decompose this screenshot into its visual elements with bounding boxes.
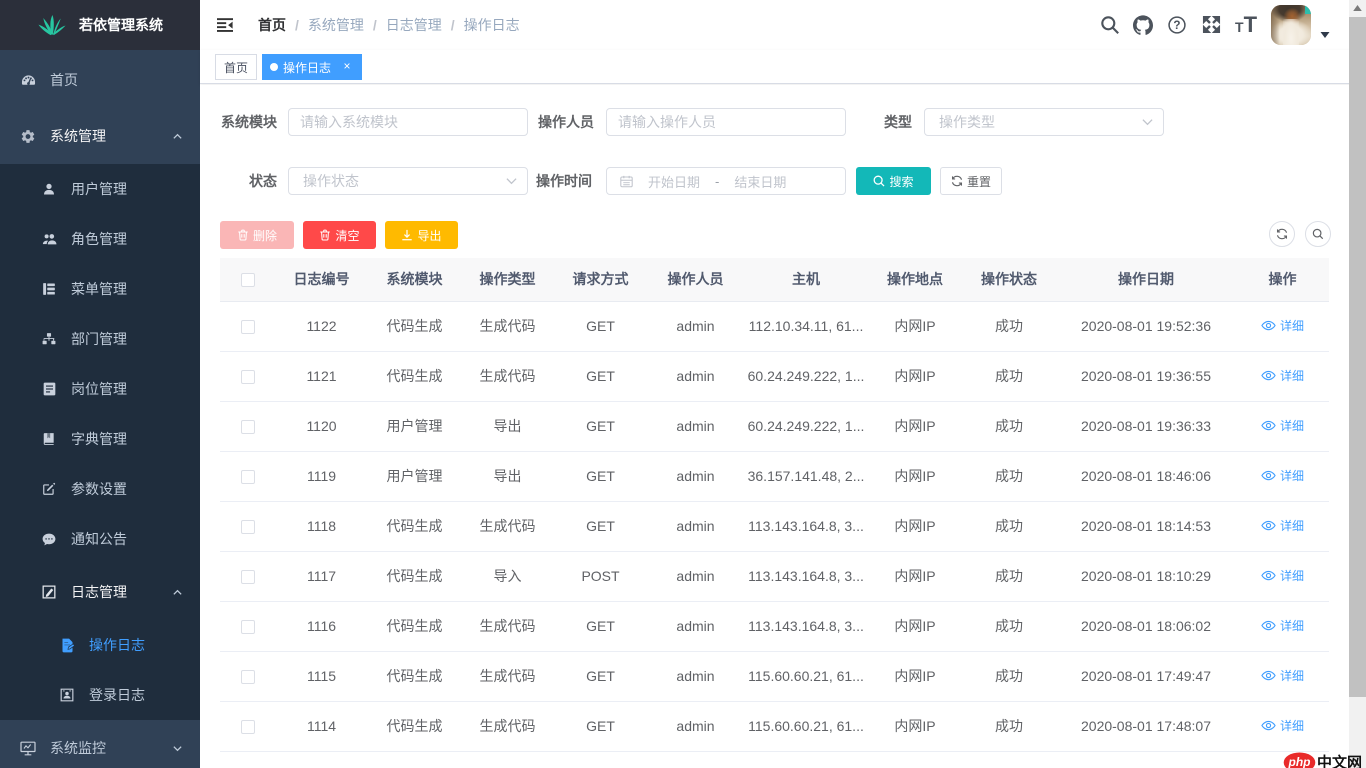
svg-text:?: ? (1173, 19, 1180, 32)
svg-text:php: php (1288, 755, 1311, 768)
svg-text:中文网: 中文网 (1317, 754, 1362, 768)
